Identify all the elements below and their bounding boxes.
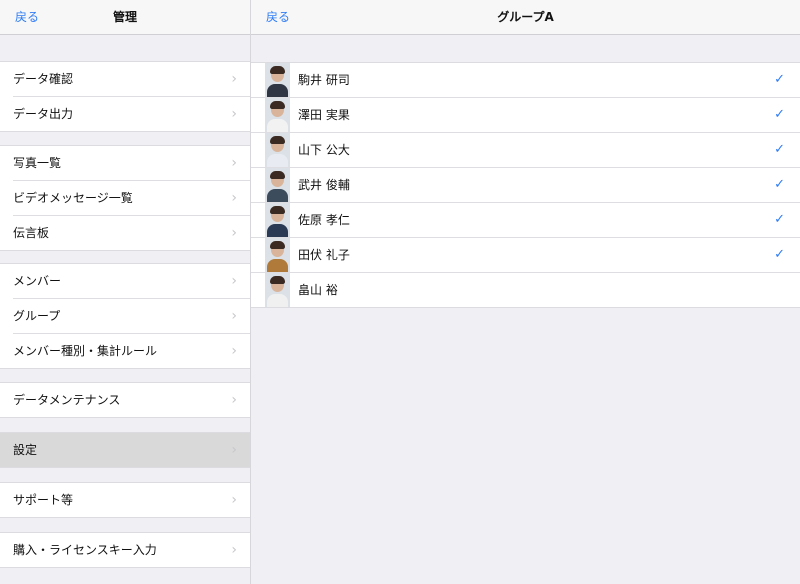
chevron-right-icon: › xyxy=(231,273,237,289)
checkmark-icon: ✓ xyxy=(774,107,785,122)
chevron-right-icon: › xyxy=(231,392,237,408)
checkmark-icon: ✓ xyxy=(774,72,785,87)
menu-item-label: 写真一覧 xyxy=(13,156,62,170)
chevron-right-icon: › xyxy=(231,155,237,171)
menu-item-member-types[interactable]: メンバー種別・集計ルール › xyxy=(13,333,250,368)
member-name: 澤田 実果 xyxy=(298,108,350,122)
menu-item-label: データ出力 xyxy=(13,107,74,121)
master-pane: 管理 戻る データ確認 › データ出力 › 写真一覧 › ビデオメッセージ一覧 … xyxy=(0,0,250,584)
member-row[interactable]: 武井 俊輔 ✓ xyxy=(251,167,800,202)
avatar xyxy=(265,168,290,202)
menu-item-label: メンバー種別・集計ルール xyxy=(13,344,158,358)
member-name: 田伏 礼子 xyxy=(298,248,350,262)
menu-item-groups[interactable]: グループ › xyxy=(13,298,250,333)
master-back-button[interactable]: 戻る xyxy=(15,0,39,34)
menu-item-video-messages[interactable]: ビデオメッセージ一覧 › xyxy=(13,180,250,215)
menu-group-support: サポート等 › xyxy=(0,482,250,518)
avatar xyxy=(265,203,290,237)
avatar xyxy=(265,133,290,167)
member-row[interactable]: 畠山 裕 xyxy=(251,272,800,307)
menu-group-data: データ確認 › データ出力 › xyxy=(0,61,250,132)
menu-item-data-check[interactable]: データ確認 › xyxy=(0,62,250,96)
detail-back-button[interactable]: 戻る xyxy=(266,0,290,34)
member-row[interactable]: 駒井 研司 ✓ xyxy=(251,63,800,97)
menu-group-settings: 設定 › xyxy=(0,432,250,468)
avatar xyxy=(265,98,290,132)
checkmark-icon: ✓ xyxy=(774,177,785,192)
avatar xyxy=(265,273,290,307)
menu-item-label: 購入・ライセンスキー入力 xyxy=(13,543,157,557)
member-row[interactable]: 澤田 実果 ✓ xyxy=(251,97,800,132)
menu-item-support[interactable]: サポート等 › xyxy=(0,483,250,517)
member-name: 駒井 研司 xyxy=(298,73,350,87)
member-name: 佐原 孝仁 xyxy=(298,213,350,227)
member-row[interactable]: 佐原 孝仁 ✓ xyxy=(251,202,800,237)
menu-group-purchase: 購入・ライセンスキー入力 › xyxy=(0,532,250,568)
menu-item-members[interactable]: メンバー › xyxy=(0,264,250,298)
menu-item-label: データメンテナンス xyxy=(13,393,121,407)
avatar xyxy=(265,238,290,272)
chevron-right-icon: › xyxy=(231,492,237,508)
member-row[interactable]: 山下 公大 ✓ xyxy=(251,132,800,167)
member-name: 畠山 裕 xyxy=(298,283,338,297)
menu-group-media: 写真一覧 › ビデオメッセージ一覧 › 伝言板 › xyxy=(0,145,250,251)
master-navbar: 管理 戻る xyxy=(0,0,250,35)
member-list: 駒井 研司 ✓ 澤田 実果 ✓ 山下 公大 ✓ 武井 俊輔 ✓ 佐原 孝仁 ✓ … xyxy=(251,62,800,308)
menu-item-settings[interactable]: 設定 › xyxy=(0,433,250,467)
checkmark-icon: ✓ xyxy=(774,142,785,157)
member-name: 武井 俊輔 xyxy=(298,178,350,192)
chevron-right-icon: › xyxy=(231,190,237,206)
menu-item-photos[interactable]: 写真一覧 › xyxy=(0,146,250,180)
menu-item-purchase-license[interactable]: 購入・ライセンスキー入力 › xyxy=(0,533,250,567)
chevron-right-icon: › xyxy=(231,225,237,241)
checkmark-icon: ✓ xyxy=(774,212,785,227)
member-row[interactable]: 田伏 礼子 ✓ xyxy=(251,237,800,272)
chevron-right-icon: › xyxy=(231,106,237,122)
chevron-right-icon: › xyxy=(231,71,237,87)
menu-item-label: 伝言板 xyxy=(13,226,50,240)
menu-item-data-export[interactable]: データ出力 › xyxy=(13,96,250,131)
avatar xyxy=(265,63,290,97)
chevron-right-icon: › xyxy=(231,542,237,558)
menu-item-label: データ確認 xyxy=(13,72,74,86)
menu-item-message-board[interactable]: 伝言板 › xyxy=(13,215,250,250)
menu-item-label: ビデオメッセージ一覧 xyxy=(13,191,133,205)
detail-pane: グループA 戻る 駒井 研司 ✓ 澤田 実果 ✓ 山下 公大 ✓ 武井 俊輔 ✓… xyxy=(251,0,800,584)
menu-group-members: メンバー › グループ › メンバー種別・集計ルール › xyxy=(0,263,250,369)
checkmark-icon: ✓ xyxy=(774,247,785,262)
chevron-right-icon: › xyxy=(231,343,237,359)
detail-navbar: グループA 戻る xyxy=(251,0,800,35)
menu-group-maintenance: データメンテナンス › xyxy=(0,382,250,418)
menu-item-label: 設定 xyxy=(13,443,38,457)
menu-item-label: メンバー xyxy=(13,274,62,288)
member-name: 山下 公大 xyxy=(298,143,350,157)
menu-item-data-maintenance[interactable]: データメンテナンス › xyxy=(0,383,250,417)
chevron-right-icon: › xyxy=(231,442,237,458)
menu-item-label: サポート等 xyxy=(13,493,74,507)
chevron-right-icon: › xyxy=(231,308,237,324)
menu-item-label: グループ xyxy=(13,309,61,323)
detail-title: グループA xyxy=(497,10,554,24)
